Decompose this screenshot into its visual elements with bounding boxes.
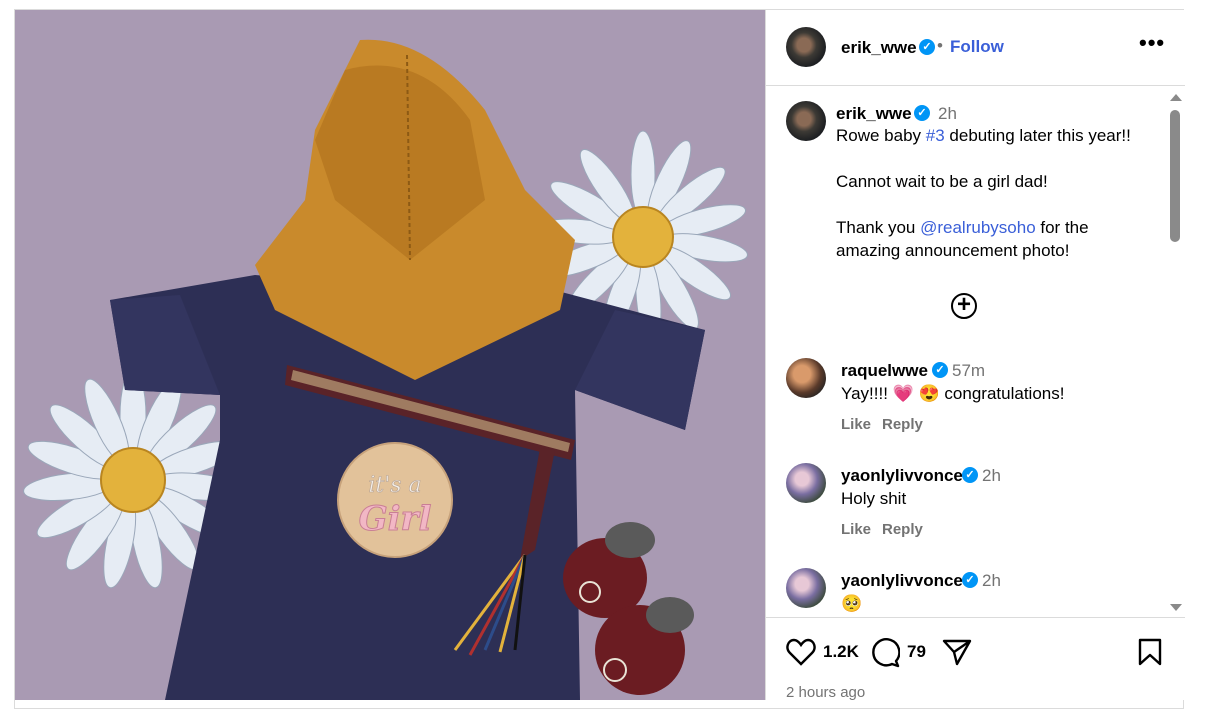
scroll-down-arrow-icon[interactable] <box>1170 604 1182 611</box>
caption-avatar[interactable] <box>786 101 826 141</box>
like-comment-button[interactable]: Like <box>841 521 871 538</box>
post-header: erik_wwe ✓ • Follow ••• <box>766 10 1185 86</box>
verified-icon: ✓ <box>932 362 948 378</box>
svg-text:Girl: Girl <box>359 499 432 539</box>
verified-icon: ✓ <box>919 39 935 55</box>
add-comment-icon[interactable]: + <box>951 293 977 319</box>
like-comment-button[interactable]: Like <box>841 416 871 433</box>
verified-icon: ✓ <box>962 467 978 483</box>
comment-text: Holy shit <box>841 489 907 508</box>
reply-button[interactable]: Reply <box>882 416 923 433</box>
more-icon[interactable]: ••• <box>1139 30 1165 56</box>
posted-time: 2 hours ago <box>786 684 866 701</box>
comment-time: 57m <box>952 361 986 380</box>
comment-avatar[interactable] <box>786 358 826 398</box>
hashtag-link[interactable]: #3 <box>926 126 945 145</box>
comment-username[interactable]: raquelwwe <box>841 361 928 381</box>
like-count[interactable]: 1.2K <box>823 642 859 662</box>
scroll-up-arrow-icon[interactable] <box>1170 94 1182 101</box>
comment-time: 2h <box>982 571 1001 590</box>
scroll-thumb[interactable] <box>1170 110 1180 242</box>
caption-time: 2h <box>938 104 957 123</box>
post-side-panel: erik_wwe ✓ • Follow ••• erik_wwe ✓ 2h Ro… <box>765 10 1185 701</box>
caption-username[interactable]: erik_wwe <box>836 104 912 124</box>
comment-username[interactable]: yaonlylivvonce <box>841 571 963 591</box>
bookmark-icon[interactable] <box>1138 638 1162 666</box>
post-image[interactable]: it's a Girl <box>15 10 765 700</box>
heart-icon[interactable] <box>786 638 816 666</box>
caption-text: Rowe baby #3 debuting later this year!! … <box>836 126 1131 260</box>
comment-avatar[interactable] <box>786 568 826 608</box>
its-a-girl-sign: it's a Girl <box>337 442 453 558</box>
verified-icon: ✓ <box>914 105 930 121</box>
comment-username[interactable]: yaonlylivvonce <box>841 466 963 486</box>
reply-button[interactable]: Reply <box>882 521 923 538</box>
avatar[interactable] <box>786 27 826 67</box>
comment-text: 🥺 <box>841 594 863 613</box>
follow-button[interactable]: Follow <box>950 37 1004 57</box>
comment-count[interactable]: 79 <box>907 642 926 662</box>
author-username[interactable]: erik_wwe <box>841 38 917 58</box>
separator-dot: • <box>937 36 943 55</box>
comment-avatar[interactable] <box>786 463 826 503</box>
comments-scrollbar[interactable] <box>1166 94 1182 614</box>
svg-text:it's a: it's a <box>368 473 421 498</box>
post-actions: 1.2K 79 2 hours ago <box>766 617 1185 708</box>
verified-icon: ✓ <box>962 572 978 588</box>
comment-text: Yay!!!! 💗 😍 congratulations! <box>841 384 1065 403</box>
share-icon[interactable] <box>942 638 972 666</box>
comment-icon[interactable] <box>870 638 900 668</box>
mention-link[interactable]: @realrubysoho <box>920 218 1036 237</box>
comment-time: 2h <box>982 466 1001 485</box>
